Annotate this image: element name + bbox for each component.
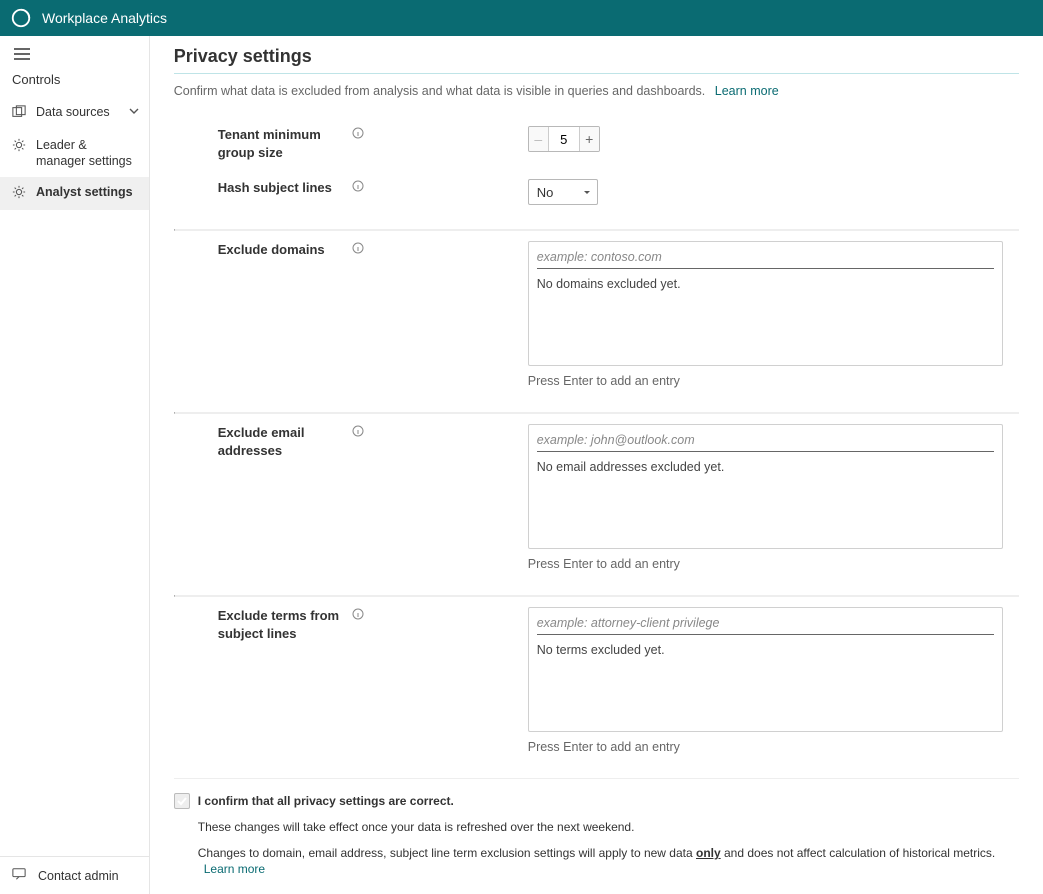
confirm-checkbox-label: I confirm that all privacy settings are … — [198, 794, 454, 808]
sidebar-item-analyst-settings[interactable]: Analyst settings — [0, 177, 149, 210]
confirm-note-only: only — [696, 846, 721, 860]
main-content: Privacy settings Confirm what data is ex… — [150, 36, 1043, 894]
exclude-terms-box: No terms excluded yet. — [528, 607, 1003, 732]
label-hash-subject: Hash subject lines — [218, 179, 348, 197]
menu-toggle-button[interactable] — [0, 36, 149, 66]
page-subtitle: Confirm what data is excluded from analy… — [174, 84, 1019, 98]
contact-admin-label: Contact admin — [38, 869, 119, 883]
contact-admin-link[interactable]: Contact admin — [0, 856, 149, 894]
stepper-increment-button[interactable]: + — [579, 127, 599, 151]
exclude-emails-box: No email addresses excluded yet. — [528, 424, 1003, 549]
exclude-domains-empty-text: No domains excluded yet. — [529, 269, 1002, 365]
confirm-note-2a: Changes to domain, email address, subjec… — [198, 846, 696, 860]
sidebar-item-label: Leader & manager settings — [36, 138, 139, 169]
caret-down-icon — [583, 185, 591, 200]
section-exclude-domains: Exclude domains No domains excluded yet.… — [174, 231, 1019, 412]
exclude-domains-box: No domains excluded yet. — [528, 241, 1003, 366]
exclude-emails-input[interactable] — [537, 431, 994, 452]
sidebar-item-label: Analyst settings — [36, 185, 139, 201]
label-min-group-size: Tenant minimum group size — [218, 126, 348, 161]
confirm-checkbox[interactable] — [174, 793, 190, 809]
info-icon[interactable] — [352, 425, 364, 437]
learn-more-link[interactable]: Learn more — [715, 84, 779, 98]
app-header: Workplace Analytics — [0, 0, 1043, 36]
stepper-decrement-button[interactable]: – — [529, 127, 549, 151]
exclude-terms-hint: Press Enter to add an entry — [528, 740, 1019, 754]
title-divider — [174, 73, 1019, 74]
gear-icon — [12, 185, 28, 202]
info-icon[interactable] — [352, 180, 364, 192]
sidebar: Controls Data sources Leader & manager s… — [0, 36, 150, 894]
label-exclude-domains: Exclude domains — [218, 241, 348, 259]
page-subtitle-text: Confirm what data is excluded from analy… — [174, 84, 706, 98]
section-exclude-emails: Exclude email addresses No email address… — [174, 414, 1019, 595]
sidebar-item-leader-manager-settings[interactable]: Leader & manager settings — [0, 130, 149, 177]
info-icon[interactable] — [352, 127, 364, 139]
info-icon[interactable] — [352, 608, 364, 620]
section-exclude-terms: Exclude terms from subject lines No term… — [174, 597, 1019, 778]
info-icon[interactable] — [352, 242, 364, 254]
feedback-icon — [12, 867, 28, 884]
label-exclude-terms: Exclude terms from subject lines — [218, 607, 348, 642]
sidebar-item-data-sources[interactable]: Data sources — [0, 97, 149, 130]
confirm-note-2b: and does not affect calculation of histo… — [721, 846, 996, 860]
section-general: Tenant minimum group size – + Hash subje… — [174, 116, 1019, 229]
label-exclude-emails: Exclude email addresses — [218, 424, 348, 459]
hash-subject-dropdown[interactable]: No — [528, 179, 598, 205]
exclude-domains-input[interactable] — [537, 248, 994, 269]
dropdown-value: No — [537, 185, 554, 200]
chevron-down-icon — [129, 105, 139, 119]
min-group-size-input[interactable] — [549, 127, 579, 151]
exclude-domains-hint: Press Enter to add an entry — [528, 374, 1019, 388]
app-title: Workplace Analytics — [42, 10, 167, 26]
exclude-terms-empty-text: No terms excluded yet. — [529, 635, 1002, 731]
confirm-note-1: These changes will take effect once your… — [174, 819, 1019, 835]
exclude-emails-hint: Press Enter to add an entry — [528, 557, 1019, 571]
exclude-terms-input[interactable] — [537, 614, 994, 635]
confirm-note-2: Changes to domain, email address, subjec… — [174, 845, 1019, 877]
app-logo-icon — [10, 7, 32, 29]
sidebar-heading: Controls — [0, 66, 149, 97]
confirm-section: I confirm that all privacy settings are … — [174, 778, 1019, 878]
data-sources-icon — [12, 105, 28, 122]
learn-more-link[interactable]: Learn more — [204, 862, 265, 876]
exclude-emails-empty-text: No email addresses excluded yet. — [529, 452, 1002, 548]
gear-icon — [12, 138, 28, 155]
page-title: Privacy settings — [174, 46, 1019, 67]
sidebar-item-label: Data sources — [36, 105, 129, 121]
min-group-size-stepper: – + — [528, 126, 600, 152]
